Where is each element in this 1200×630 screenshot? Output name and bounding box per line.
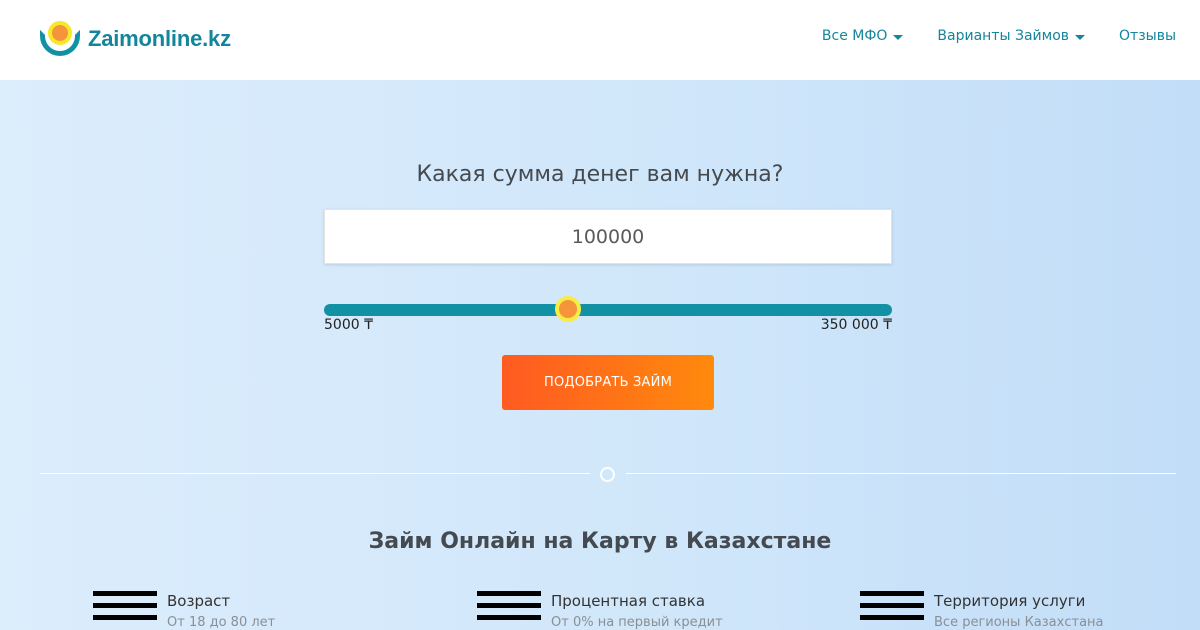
slider-max-label: 350 000 ₸ [820,317,892,333]
find-loan-button[interactable]: ПОДОБРАТЬ ЗАЙМ [502,355,714,410]
slider-min-label: 5000 ₸ [324,317,373,333]
amount-slider[interactable] [324,296,892,322]
amount-question: Какая сумма денег вам нужна? [416,162,784,187]
menu-icon [860,590,924,630]
sun-logo-icon [40,21,80,57]
nav-item-reviews[interactable]: Отзывы [1119,28,1176,44]
caret-down-icon [893,34,904,40]
feature-subtitle: От 0% на первый кредит [551,615,723,630]
section-title: Займ Онлайн на Карту в Казахстане [368,529,832,554]
feature-title: Возраст [167,592,231,610]
menu-icon [477,590,541,630]
logo-text: Zaimonline.kz [88,26,231,51]
slider-handle[interactable] [555,296,581,322]
feature-subtitle: Все регионы Казахстана [934,615,1104,630]
nav-item-label: Все МФО [821,28,888,44]
caret-down-icon [1075,34,1086,40]
nav-item-label: Варианты Займов [937,28,1070,44]
feature-territory: Территория услуги Все регионы Казахстана [860,590,1104,630]
amount-input[interactable] [324,209,892,264]
hero-section: Какая сумма денег вам нужна? 5000 ₸ 350 … [0,80,1200,630]
nav-item-loan-options[interactable]: Варианты Займов [937,28,1086,44]
menu-icon [93,590,157,630]
divider-line-right [626,473,1176,474]
divider-line-left [40,473,590,474]
nav-item-label: Отзывы [1119,28,1176,44]
feature-title: Процентная ставка [551,592,706,610]
site-header: Zaimonline.kz Все МФО Варианты Займов От… [0,0,1200,80]
main-nav: Все МФО Варианты Займов Отзывы [822,28,1176,44]
divider-circle-icon [600,467,615,482]
feature-subtitle: От 18 до 80 лет [167,615,276,630]
site-logo[interactable]: Zaimonline.kz [40,21,231,57]
nav-item-all-mfo[interactable]: Все МФО [822,28,904,44]
feature-interest-rate: Процентная ставка От 0% на первый кредит [477,590,723,630]
feature-title: Территория услуги [934,592,1086,610]
feature-age: Возраст От 18 до 80 лет [93,590,275,630]
